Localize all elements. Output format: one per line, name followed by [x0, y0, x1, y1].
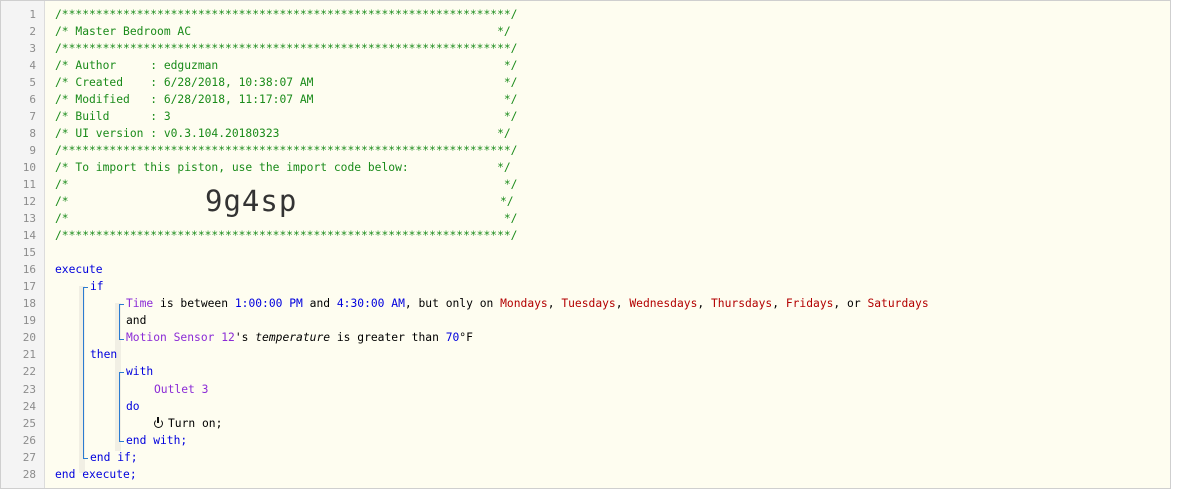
action-label: Turn on; — [168, 417, 223, 430]
comment-build: /* Build : 3 */ — [55, 110, 518, 123]
line-number: 1 — [29, 8, 36, 21]
line-number: 8 — [29, 127, 36, 140]
time-end: 4:30:00 AM — [336, 297, 405, 310]
line-number: 22 — [22, 365, 36, 378]
condition-bracket-top — [119, 304, 124, 305]
temperature-unit: °F — [459, 331, 473, 344]
device-motion-sensor: Motion Sensor 12 — [126, 331, 235, 344]
power-icon — [154, 417, 163, 428]
keyword-end-execute[interactable]: end execute; — [55, 466, 137, 483]
separator: , — [697, 297, 711, 310]
keyword-if[interactable]: if — [90, 278, 104, 295]
day-saturdays: Saturdays — [867, 297, 929, 310]
keyword-then[interactable]: then — [90, 346, 117, 363]
operator-and[interactable]: and — [126, 312, 146, 329]
line-number: 20 — [22, 331, 36, 344]
line-number: 6 — [29, 93, 36, 106]
line-number: 28 — [22, 468, 36, 481]
comment-modified: /* Modified : 6/28/2018, 11:17:07 AM */ — [55, 93, 518, 106]
condition-text: is between — [153, 297, 235, 310]
comment-title: /* Master Bedroom AC */ — [55, 25, 511, 38]
comment-border: /***************************************… — [55, 229, 518, 242]
attribute-temperature: temperature — [255, 331, 331, 344]
condition-bracket — [119, 304, 120, 339]
temperature-value: 70 — [445, 331, 460, 344]
day-wednesdays: Wednesdays — [629, 297, 698, 310]
line-number: 9 — [29, 144, 36, 157]
line-number: 14 — [22, 229, 36, 242]
condition-text: is greater than — [330, 331, 446, 344]
line-number: 18 — [22, 297, 36, 310]
comment-code-line-left: /* — [55, 195, 69, 208]
line-number: 5 — [29, 76, 36, 89]
if-bracket — [83, 287, 84, 458]
comment-code-line-right: */ — [500, 195, 514, 208]
line-number: 10 — [22, 161, 36, 174]
line-number: 11 — [22, 178, 36, 191]
time-subject: Time — [126, 297, 154, 310]
comment-border: /***************************************… — [55, 144, 518, 157]
day-tuesdays: Tuesdays — [561, 297, 616, 310]
comment-border: /***************************************… — [55, 8, 518, 21]
separator: , or — [833, 297, 868, 310]
line-number: 7 — [29, 110, 36, 123]
condition-temperature[interactable]: Motion Sensor 12's temperature is greate… — [126, 329, 473, 346]
with-bracket-bottom — [119, 441, 124, 442]
line-number: 21 — [22, 348, 36, 361]
line-number: 24 — [22, 400, 36, 413]
if-bracket-top — [83, 287, 88, 288]
keyword-with[interactable]: with — [126, 363, 153, 380]
separator: , — [615, 297, 630, 310]
line-number: 12 — [22, 195, 36, 208]
keyword-execute[interactable]: execute — [55, 261, 103, 278]
line-number: 4 — [29, 59, 36, 72]
day-fridays: Fridays — [785, 297, 834, 310]
separator: , — [772, 297, 786, 310]
line-number: 3 — [29, 42, 36, 55]
line-number: 27 — [22, 451, 36, 464]
line-number: 15 — [22, 246, 36, 259]
time-start: 1:00:00 PM — [234, 297, 303, 310]
execute-block-guide — [79, 286, 85, 473]
condition-bracket-bottom — [119, 339, 124, 340]
condition-text: , but only on — [404, 297, 501, 310]
condition-time[interactable]: Time is between 1:00:00 PM and 4:30:00 A… — [126, 295, 929, 312]
code-editor[interactable]: 1 2 3 4 5 6 7 8 9 10 11 12 13 14 15 16 17 18 19 20 21 22 23 24 2… — [0, 0, 1171, 489]
day-thursdays: Thursdays — [710, 297, 773, 310]
import-code: 9g4sp — [205, 184, 298, 218]
comment-ui-version: /* UI version : v0.3.104.20180323 */ — [55, 127, 511, 140]
line-number: 13 — [22, 212, 36, 225]
keyword-do[interactable]: do — [126, 398, 140, 415]
keyword-end-with[interactable]: end with; — [126, 432, 187, 449]
line-number: 2 — [29, 25, 36, 38]
line-number: 17 — [22, 280, 36, 293]
with-bracket — [119, 372, 120, 441]
with-bracket-top — [119, 372, 124, 373]
comment-import-instructions: /* To import this piston, use the import… — [55, 161, 511, 174]
if-block-guide — [115, 303, 121, 451]
if-bracket-bottom — [83, 458, 88, 459]
comment-created: /* Created : 6/28/2018, 10:38:07 AM */ — [55, 76, 518, 89]
separator: , — [547, 297, 562, 310]
line-number: 19 — [22, 314, 36, 327]
day-mondays: Mondays — [500, 297, 548, 310]
condition-text: and — [302, 297, 337, 310]
line-number: 23 — [22, 383, 36, 396]
line-number: 25 — [22, 417, 36, 430]
line-number: 26 — [22, 434, 36, 447]
action-turn-on[interactable]: Turn on; — [154, 415, 222, 432]
line-number: 16 — [22, 263, 36, 276]
device-outlet[interactable]: Outlet 3 — [154, 381, 208, 398]
comment-border: /***************************************… — [55, 42, 518, 55]
keyword-end-if[interactable]: end if; — [90, 449, 138, 466]
comment-author: /* Author : edguzman */ — [55, 59, 518, 72]
condition-text: 's — [234, 331, 256, 344]
